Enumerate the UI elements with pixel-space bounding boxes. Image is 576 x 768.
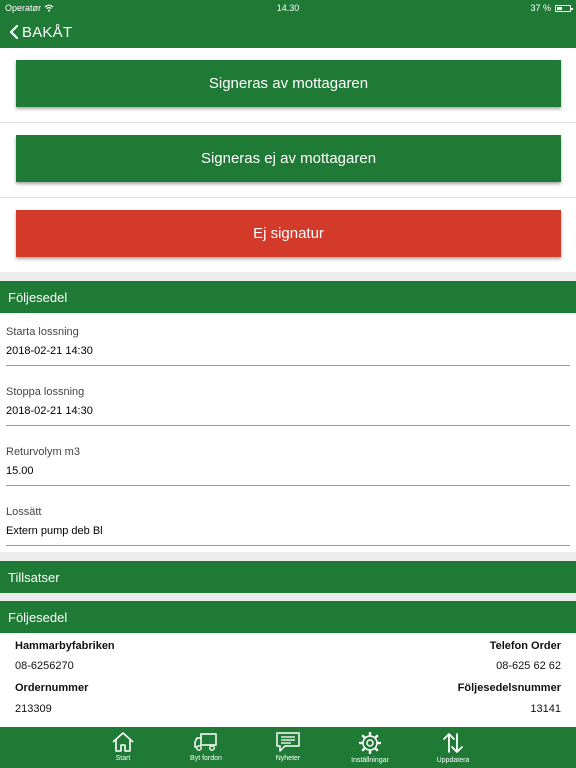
field-underline — [6, 365, 570, 366]
field-label: Starta lossning — [6, 326, 79, 338]
tab-update[interactable]: Uppdatera — [411, 727, 495, 768]
section-header-foljesedel[interactable]: Följesedel — [0, 281, 576, 313]
detail-row: Ordernummer Följesedelsnummer — [15, 682, 561, 696]
order-number-value: 213309 — [15, 703, 52, 715]
field-underline — [6, 425, 570, 426]
not-signed-by-recipient-button[interactable]: Signeras ej av mottagaren — [16, 135, 561, 182]
divider — [0, 122, 576, 123]
tab-start[interactable]: Start — [81, 727, 165, 768]
order-number-label: Ordernummer — [15, 682, 89, 694]
message-icon — [276, 732, 300, 752]
tab-settings[interactable]: Inställningar — [328, 727, 412, 768]
delivery-note-number-label: Följesedelsnummer — [457, 682, 561, 694]
field-label: Returvolym m3 — [6, 446, 80, 458]
back-button[interactable]: BAKÅT — [8, 22, 72, 42]
divider — [0, 197, 576, 198]
tab-label: Start — [115, 755, 131, 762]
field-underline — [6, 485, 570, 486]
stop-unloading-field[interactable]: Stoppa lossning 2018-02-21 14:30 — [6, 374, 570, 426]
tab-label: Byt fordon — [190, 755, 222, 762]
unloading-method-field[interactable]: Lossätt Extern pump deb Bl — [6, 494, 570, 546]
start-unloading-field[interactable]: Starta lossning 2018-02-21 14:30 — [6, 314, 570, 366]
unloading-form: Starta lossning 2018-02-21 14:30 Stoppa … — [0, 314, 576, 552]
return-volume-field[interactable]: Returvolym m3 15.00 — [6, 434, 570, 486]
nav-bar: BAKÅT — [0, 16, 576, 48]
tab-bar: Start Byt fordon Nyheter Inställningar U… — [0, 727, 576, 768]
field-value[interactable]: Extern pump deb Bl — [6, 525, 103, 537]
tab-news[interactable]: Nyheter — [246, 727, 330, 768]
home-icon — [112, 732, 134, 752]
battery-icon — [555, 4, 573, 12]
status-bar: Operatør 14.30 37 % — [0, 0, 576, 16]
section-header-foljesedel-2[interactable]: Följesedel — [0, 601, 576, 633]
signature-actions: Signeras av mottagaren Signeras ej av mo… — [0, 48, 576, 272]
phone-order-value: 08-625 62 62 — [496, 660, 561, 672]
battery-percent: 37 % — [530, 3, 551, 13]
tab-label: Inställningar — [351, 757, 389, 764]
tab-label: Nyheter — [275, 755, 301, 762]
field-value[interactable]: 15.00 — [6, 465, 34, 477]
detail-row: 08-6256270 08-625 62 62 — [15, 660, 561, 674]
company-phone: 08-6256270 — [15, 660, 74, 672]
field-value[interactable]: 2018-02-21 14:30 — [6, 405, 93, 417]
field-underline — [6, 545, 570, 546]
field-value[interactable]: 2018-02-21 14:30 — [6, 345, 93, 357]
signed-by-recipient-button[interactable]: Signeras av mottagaren — [16, 60, 561, 107]
field-label: Stoppa lossning — [6, 386, 85, 398]
delivery-note-number-value: 13141 — [530, 703, 561, 715]
status-right: 37 % — [530, 3, 573, 13]
phone-order-label: Telefon Order — [489, 640, 561, 652]
tab-label: Uppdatera — [436, 757, 470, 764]
chevron-left-icon — [9, 24, 19, 40]
company-name: Hammarbyfabriken — [15, 640, 115, 652]
back-label: BAKÅT — [22, 23, 73, 41]
tab-switch-vehicle[interactable]: Byt fordon — [164, 727, 248, 768]
sync-arrows-icon — [443, 733, 463, 753]
gear-icon — [359, 732, 381, 754]
status-time: 14.30 — [276, 3, 300, 13]
detail-row: Hammarbyfabriken Telefon Order — [15, 640, 561, 654]
section-header-tillsatser[interactable]: Tillsatser — [0, 561, 576, 593]
no-signature-button[interactable]: Ej signatur — [16, 210, 561, 257]
field-label: Lossätt — [6, 506, 42, 518]
detail-row: 213309 13141 — [15, 703, 561, 717]
truck-icon — [194, 733, 217, 751]
delivery-note-details: Hammarbyfabriken Telefon Order 08-625627… — [0, 634, 576, 727]
